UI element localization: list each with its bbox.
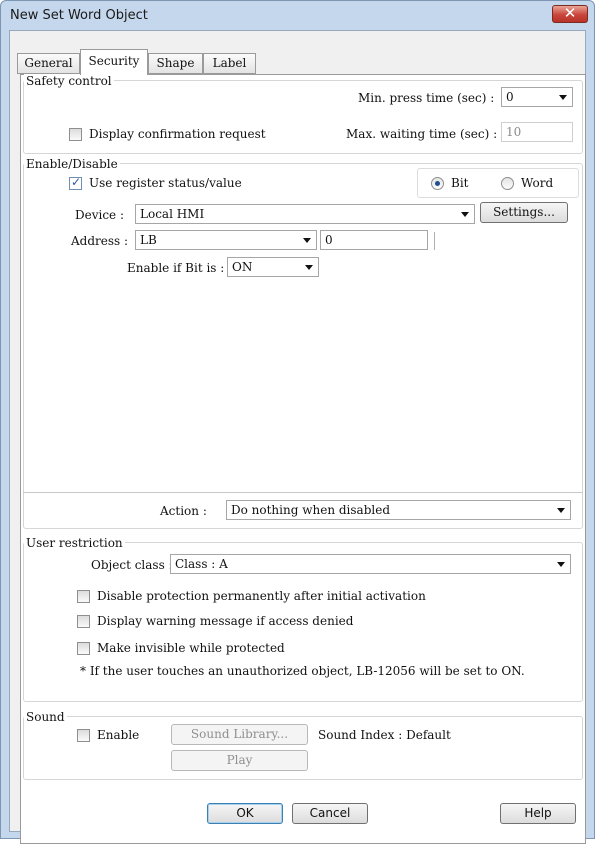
tab-shape[interactable]: Shape	[148, 53, 203, 74]
action-separator	[23, 492, 583, 493]
display-warning-checkbox[interactable]	[77, 615, 90, 628]
bit-label: Bit	[451, 176, 469, 190]
user-restriction-legend: User restriction	[24, 536, 125, 550]
min-press-time-label: Min. press time (sec) :	[358, 91, 495, 105]
make-invisible-checkbox[interactable]	[77, 642, 90, 655]
enable-if-bit-label: Enable if Bit is :	[127, 261, 225, 275]
device-value: Local HMI	[140, 207, 205, 221]
safety-control-group	[23, 80, 583, 154]
max-waiting-time-label: Max. waiting time (sec) :	[346, 127, 498, 141]
settings-button[interactable]: Settings...	[480, 202, 568, 223]
display-warning-label: Display warning message if access denied	[97, 614, 354, 628]
ok-button[interactable]: OK	[207, 803, 283, 824]
tab-label[interactable]: Label	[203, 53, 256, 74]
dialog-window: New Set Word Object ✕ General Security S…	[0, 0, 595, 844]
action-select[interactable]: Do nothing when disabled	[226, 500, 571, 520]
chevron-down-icon	[303, 238, 311, 243]
device-label: Device :	[75, 208, 125, 222]
enable-if-bit-select[interactable]: ON	[227, 257, 319, 277]
safety-control-legend: Safety control	[24, 74, 114, 88]
object-class-label: Object class :	[91, 558, 173, 572]
sound-enable-label: Enable	[97, 728, 140, 742]
cancel-button[interactable]: Cancel	[292, 803, 368, 824]
action-label: Action :	[160, 504, 207, 518]
window-title: New Set Word Object	[10, 8, 148, 23]
word-label: Word	[521, 176, 554, 190]
help-button[interactable]: Help	[500, 803, 576, 824]
title-bar[interactable]: New Set Word Object ✕	[1, 1, 594, 31]
chevron-down-icon	[557, 562, 565, 567]
play-button[interactable]: Play	[171, 750, 308, 771]
chevron-down-icon	[305, 265, 313, 270]
sound-library-button[interactable]: Sound Library...	[171, 724, 308, 745]
restriction-note: * If the user touches an unauthorized ob…	[80, 664, 525, 678]
chevron-down-icon	[557, 508, 565, 513]
enable-if-bit-value: ON	[232, 260, 253, 274]
address-type-select[interactable]: LB	[135, 230, 317, 250]
max-waiting-time-value: 10	[506, 125, 522, 139]
sound-index-text: Sound Index : Default	[318, 728, 451, 742]
confirmation-request-checkbox[interactable]	[69, 128, 82, 141]
tab-general[interactable]: General	[17, 53, 80, 74]
security-tab-panel: Safety control Min. press time (sec) : 0…	[20, 74, 586, 844]
confirmation-request-label: Display confirmation request	[89, 127, 266, 141]
sound-enable-checkbox[interactable]	[77, 729, 90, 742]
close-button[interactable]: ✕	[552, 4, 588, 23]
disable-protection-checkbox[interactable]	[77, 590, 90, 603]
word-radio[interactable]	[501, 177, 514, 190]
action-value: Do nothing when disabled	[231, 503, 391, 517]
dialog-client: General Security Shape Label Safety cont…	[9, 30, 586, 844]
object-class-value: Class : A	[175, 557, 228, 571]
disable-protection-label: Disable protection permanently after ini…	[97, 589, 426, 603]
max-waiting-time-input[interactable]: 10	[501, 122, 573, 142]
address-label: Address :	[71, 234, 129, 248]
chevron-down-icon	[559, 95, 567, 100]
checkmark-icon: ✓	[71, 175, 82, 189]
address-input[interactable]: 0	[320, 230, 428, 250]
min-press-time-select[interactable]: 0	[501, 87, 573, 107]
make-invisible-label: Make invisible while protected	[97, 641, 285, 655]
min-press-time-value: 0	[506, 90, 514, 104]
chevron-down-icon	[461, 212, 469, 217]
device-select[interactable]: Local HMI	[135, 204, 475, 224]
tab-security[interactable]: Security	[80, 49, 148, 75]
object-class-select[interactable]: Class : A	[170, 554, 571, 574]
sound-legend: Sound	[24, 710, 67, 724]
close-icon: ✕	[563, 4, 577, 22]
address-type-value: LB	[140, 233, 157, 247]
use-register-label: Use register status/value	[89, 176, 242, 190]
bit-radio[interactable]	[431, 177, 444, 190]
use-register-checkbox[interactable]: ✓	[69, 175, 82, 190]
address-suffix-divider	[434, 232, 435, 250]
enable-disable-legend: Enable/Disable	[24, 157, 120, 171]
address-value: 0	[325, 233, 333, 247]
